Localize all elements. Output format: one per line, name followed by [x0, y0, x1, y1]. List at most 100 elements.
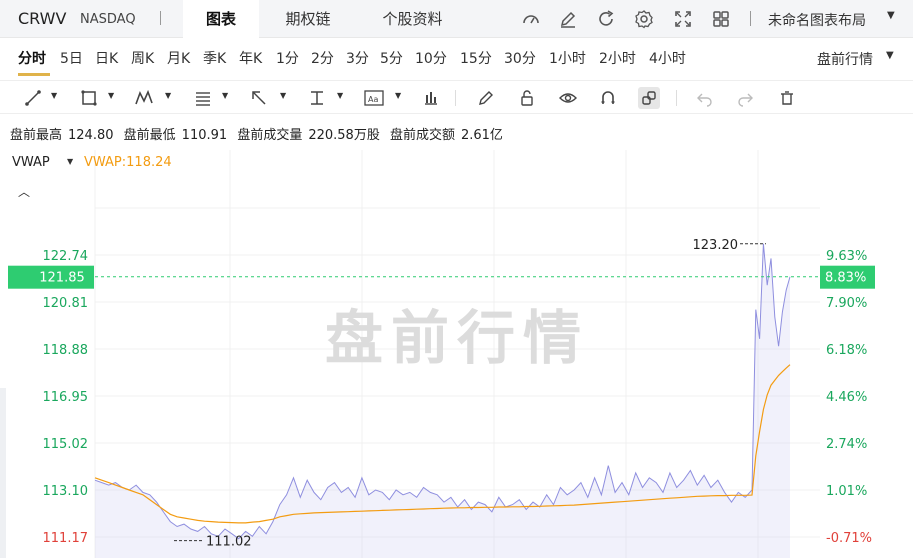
stat-high-label: 盘前最高: [10, 128, 63, 143]
period-day[interactable]: 日K: [95, 48, 118, 68]
tab-chart[interactable]: 图表: [183, 0, 259, 38]
period-year[interactable]: 年K: [239, 48, 262, 68]
delete-icon[interactable]: [776, 87, 798, 109]
chevron-down-icon[interactable]: ▼: [887, 10, 895, 21]
gauge-icon[interactable]: [520, 8, 542, 30]
chevron-down-icon[interactable]: ▼: [886, 50, 894, 61]
period-4h[interactable]: 4小时: [649, 48, 686, 68]
chevron-down-icon[interactable]: ▼: [280, 91, 286, 100]
chart-watermark: 盘前行情: [325, 304, 589, 372]
tab-options-chain[interactable]: 期权链: [268, 0, 348, 38]
eye-icon[interactable]: [557, 87, 579, 109]
undo-icon[interactable]: [694, 87, 716, 109]
period-15m[interactable]: 15分: [460, 48, 492, 68]
fib-tool-icon[interactable]: [192, 87, 214, 109]
y-axis-price: 122.74 120.81 118.88 116.95 115.02 113.10 111.…: [43, 249, 89, 546]
y-tick-percent: 1.01%: [826, 484, 867, 499]
period-10m[interactable]: 10分: [415, 48, 447, 68]
line-tool-icon[interactable]: [22, 87, 44, 109]
chevron-down-icon[interactable]: ▼: [165, 91, 171, 100]
indicator-name[interactable]: VWAP: [12, 155, 50, 170]
period-1h[interactable]: 1小时: [549, 48, 586, 68]
measure-tool-icon[interactable]: [306, 87, 328, 109]
y-tick-percent: 4.46%: [826, 390, 867, 405]
y-tick-price: 120.81: [43, 296, 89, 311]
session-selector[interactable]: 盘前行情: [817, 49, 873, 69]
side-handle[interactable]: [0, 388, 6, 558]
stat-amt: 2.61亿: [460, 128, 503, 143]
price-area: [95, 243, 790, 558]
y-tick-percent: -0.71%: [826, 531, 872, 546]
chevron-down-icon[interactable]: ▼: [222, 91, 228, 100]
current-price-label: 121.85: [39, 271, 85, 286]
stat-vol: 220.58万股: [308, 128, 380, 143]
magnet-icon[interactable]: [597, 87, 619, 109]
y-tick-percent: 2.74%: [826, 437, 867, 452]
current-pct-label: 8.83%: [825, 271, 866, 286]
text-tool-icon[interactable]: Aa: [363, 87, 385, 109]
grid-icon[interactable]: [710, 8, 732, 30]
y-axis-percent: 9.63% 7.90% 6.18% 4.46% 2.74% 1.01% -0.71%: [826, 249, 872, 546]
y-tick-price: 111.17: [43, 531, 89, 546]
lock-icon[interactable]: [516, 87, 538, 109]
refresh-icon[interactable]: [595, 8, 617, 30]
period-2h[interactable]: 2小时: [599, 48, 636, 68]
redo-icon[interactable]: [734, 87, 756, 109]
collapse-icon[interactable]: ︿: [18, 183, 30, 200]
symbol[interactable]: CRWV: [18, 9, 66, 28]
premarket-stats: 盘前最高 124.80 盘前最低 110.91 盘前成交量 220.58万股 盘前成交…: [10, 124, 509, 143]
stat-low-label: 盘前最低: [123, 128, 176, 143]
period-intraday[interactable]: 分时: [18, 48, 46, 68]
top-bar: CRWV NASDAQ 图表 期权链 个股资料 未命名图表布局 ▼: [0, 0, 913, 38]
period-bar: 分时 5日 日K 周K 月K 季K 年K 1分 2分 3分 5分 10分 15分…: [0, 38, 913, 80]
period-5d[interactable]: 5日: [60, 48, 83, 68]
period-week[interactable]: 周K: [131, 48, 154, 68]
chevron-down-icon[interactable]: ▼: [337, 91, 343, 100]
chevron-down-icon[interactable]: ▼: [108, 91, 114, 100]
indicator-legend: VWAP ▼ VWAP:118.24: [12, 155, 172, 170]
y-tick-price: 122.74: [43, 249, 89, 264]
stat-high: 124.80: [68, 128, 114, 143]
tab-company-profile[interactable]: 个股资料: [360, 0, 465, 38]
stat-vol-label: 盘前成交量: [237, 128, 303, 143]
low-annotation: 111.02: [206, 535, 252, 550]
divider: [676, 90, 677, 106]
fullscreen-icon[interactable]: [672, 8, 694, 30]
y-tick-price: 113.10: [43, 484, 89, 499]
chevron-down-icon[interactable]: ▼: [67, 157, 73, 166]
y-tick-price: 116.95: [43, 390, 89, 405]
layout-selector[interactable]: 未命名图表布局: [768, 10, 866, 30]
indicator-value: VWAP:118.24: [84, 155, 172, 170]
y-tick-percent: 7.90%: [826, 296, 867, 311]
y-tick-percent: 6.18%: [826, 343, 867, 358]
divider: [750, 11, 751, 26]
rect-tool-icon[interactable]: [78, 87, 100, 109]
link-icon[interactable]: [638, 87, 660, 109]
active-period-indicator: [18, 73, 50, 76]
period-5m[interactable]: 5分: [380, 48, 403, 68]
divider: [455, 90, 456, 106]
y-tick-percent: 9.63%: [826, 249, 867, 264]
chevron-down-icon[interactable]: ▼: [51, 91, 57, 100]
edit-icon[interactable]: [557, 8, 579, 30]
chevron-down-icon[interactable]: ▼: [395, 91, 401, 100]
period-month[interactable]: 月K: [167, 48, 190, 68]
stat-amt-label: 盘前成交额: [389, 128, 455, 143]
svg-text:Aa: Aa: [368, 95, 378, 104]
period-30m[interactable]: 30分: [504, 48, 536, 68]
drawing-toolbar: ▼ ▼ ▼ ▼ ▼ ▼ Aa ▼: [0, 80, 913, 114]
y-tick-price: 115.02: [43, 437, 89, 452]
indicator-icon[interactable]: [420, 87, 442, 109]
divider: [160, 11, 161, 25]
high-annotation: 123.20: [693, 238, 739, 253]
settings-icon[interactable]: [633, 8, 655, 30]
period-quarter[interactable]: 季K: [203, 48, 226, 68]
arrow-tool-icon[interactable]: [248, 87, 270, 109]
period-3m[interactable]: 3分: [346, 48, 369, 68]
exchange: NASDAQ: [80, 12, 136, 27]
pen-icon[interactable]: [475, 87, 497, 109]
pattern-tool-icon[interactable]: [134, 87, 156, 109]
period-1m[interactable]: 1分: [276, 48, 299, 68]
period-2m[interactable]: 2分: [311, 48, 334, 68]
stat-low: 110.91: [181, 128, 228, 143]
